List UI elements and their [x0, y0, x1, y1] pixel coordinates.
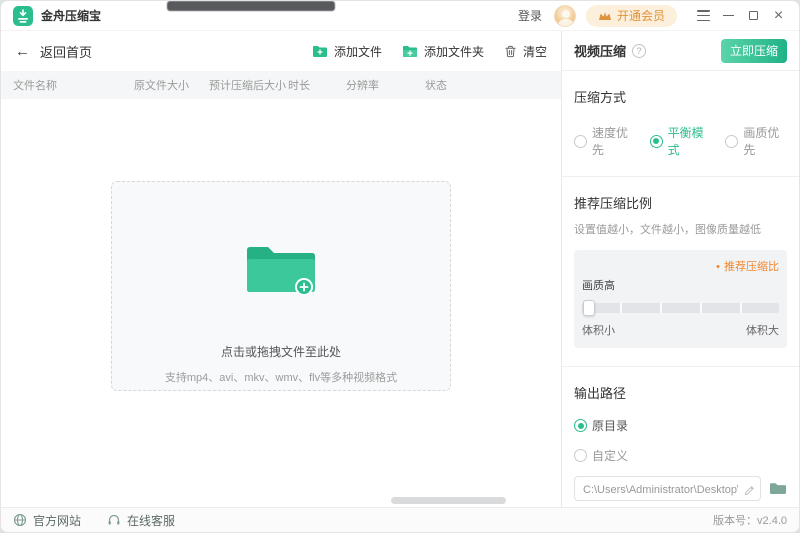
- output-path-section: 输出路径 原目录 自定义: [562, 367, 799, 519]
- vip-button-label: 开通会员: [617, 7, 665, 24]
- radio-balanced-label: 平衡模式: [668, 124, 712, 158]
- clear-label: 清空: [523, 43, 547, 60]
- recommended-ratio-badge: 推荐压缩比: [582, 258, 779, 274]
- radio-speed-priority[interactable]: 速度优先: [574, 124, 636, 158]
- compression-method-section: 压缩方式 速度优先 平衡模式 画质优先: [562, 71, 799, 177]
- close-icon[interactable]: ×: [766, 3, 791, 29]
- settings-panel: 视频压缩 ? 立即压缩 压缩方式 速度优先 平衡模式: [561, 31, 799, 507]
- help-icon[interactable]: ?: [632, 44, 646, 58]
- add-file-label: 添加文件: [334, 43, 382, 60]
- window-controls: ×: [691, 3, 791, 29]
- compression-method-title: 压缩方式: [574, 87, 787, 106]
- globe-icon: [13, 513, 27, 527]
- add-folder-icon: [402, 44, 418, 58]
- slider-scale-labels: 体积小 体积大: [582, 322, 779, 338]
- column-header-original-size: 原文件大小: [134, 77, 209, 93]
- back-home-button[interactable]: ← 返回首页: [15, 42, 92, 61]
- radio-original-dir-label: 原目录: [592, 417, 628, 434]
- clear-button[interactable]: 清空: [504, 43, 547, 60]
- headset-icon: [107, 513, 121, 527]
- browse-folder-icon[interactable]: [769, 481, 787, 496]
- ratio-slider: [582, 300, 779, 316]
- output-path-row: [574, 476, 787, 501]
- size-small-label: 体积小: [582, 322, 615, 338]
- window-drag-ghost: [167, 1, 335, 11]
- add-folder-label: 添加文件夹: [424, 43, 484, 60]
- version-text: 版本号：v2.4.0: [713, 512, 787, 528]
- edit-path-icon[interactable]: [744, 483, 755, 501]
- column-header-duration: 时长: [288, 77, 346, 93]
- panel-header: 视频压缩 ? 立即压缩: [562, 31, 799, 71]
- back-home-label: 返回首页: [40, 42, 92, 61]
- radio-quality-priority[interactable]: 画质优先: [725, 124, 787, 158]
- menu-icon[interactable]: [691, 3, 716, 29]
- ratio-slider-box: 推荐压缩比 画质高 体积小 体积大: [574, 250, 787, 348]
- path-input-wrap: [574, 476, 761, 501]
- back-arrow-icon: ←: [15, 43, 30, 60]
- add-folder-button[interactable]: 添加文件夹: [402, 43, 484, 60]
- ratio-hint: 设置值越小，文件越小，图像质量越低: [574, 221, 787, 237]
- online-support-label: 在线客服: [127, 512, 175, 529]
- title-bar: 金舟压缩宝 登录 开通会员 ×: [1, 1, 799, 31]
- slider-handle[interactable]: [583, 300, 595, 316]
- radio-circle-icon: [574, 135, 587, 148]
- app-title: 金舟压缩宝: [41, 7, 101, 24]
- minimize-icon[interactable]: [716, 3, 741, 29]
- slider-track[interactable]: [582, 303, 779, 313]
- avatar[interactable]: [554, 5, 576, 27]
- compression-ratio-section: 推荐压缩比例 设置值越小，文件越小，图像质量越低 推荐压缩比 画质高 体积小 体…: [562, 177, 799, 367]
- column-header-filename: 文件名称: [13, 77, 134, 93]
- radio-circle-icon: [574, 419, 587, 432]
- radio-circle-icon: [650, 135, 663, 148]
- maximize-icon[interactable]: [741, 3, 766, 29]
- vip-button[interactable]: 开通会员: [586, 5, 677, 27]
- radio-custom-directory[interactable]: 自定义: [574, 447, 787, 464]
- quality-high-label: 画质高: [582, 277, 779, 293]
- column-header-status: 状态: [425, 77, 561, 93]
- status-bar: 官方网站 在线客服 版本号：v2.4.0: [1, 507, 799, 532]
- titlebar-actions: 登录 开通会员 ×: [518, 3, 791, 29]
- app-window: 金舟压缩宝 登录 开通会员 × ← 返回首页: [0, 0, 800, 533]
- file-dropzone[interactable]: 点击或拖拽文件至此处 支持mp4、avi、mkv、wmv、flv等多种视频格式: [111, 181, 451, 391]
- output-path-input[interactable]: [574, 476, 761, 501]
- add-file-button[interactable]: 添加文件: [312, 43, 382, 60]
- size-large-label: 体积大: [746, 322, 779, 338]
- horizontal-scrollbar: [1, 497, 561, 504]
- radio-original-directory[interactable]: 原目录: [574, 417, 787, 434]
- compression-method-options: 速度优先 平衡模式 画质优先: [574, 124, 787, 158]
- official-website-label: 官方网站: [33, 512, 81, 529]
- radio-circle-icon: [574, 449, 587, 462]
- column-header-resolution: 分辨率: [346, 77, 425, 93]
- column-header-estimated-size: 预计压缩后大小: [209, 77, 288, 93]
- radio-custom-dir-label: 自定义: [592, 447, 628, 464]
- dropzone-title: 点击或拖拽文件至此处: [221, 343, 341, 360]
- radio-speed-label: 速度优先: [592, 124, 636, 158]
- online-support-link[interactable]: 在线客服: [107, 512, 175, 529]
- login-link[interactable]: 登录: [518, 7, 542, 24]
- radio-balanced-mode[interactable]: 平衡模式: [650, 124, 712, 158]
- panel-title: 视频压缩: [574, 41, 626, 60]
- radio-quality-label: 画质优先: [743, 124, 787, 158]
- output-path-title: 输出路径: [574, 383, 787, 402]
- ratio-title: 推荐压缩比例: [574, 193, 787, 212]
- file-list-pane: ← 返回首页 添加文件: [1, 31, 561, 507]
- table-header-row: 文件名称 原文件大小 预计压缩后大小 时长 分辨率 状态: [1, 71, 561, 99]
- app-logo-icon: [13, 6, 33, 26]
- file-toolbar: ← 返回首页 添加文件: [1, 31, 561, 71]
- toolbar-actions: 添加文件 添加文件夹: [312, 43, 547, 60]
- add-file-folder-icon: [312, 44, 328, 58]
- compress-now-button[interactable]: 立即压缩: [721, 39, 787, 63]
- radio-circle-icon: [725, 135, 738, 148]
- output-path-options: 原目录 自定义: [574, 417, 787, 464]
- dropzone-subtitle: 支持mp4、avi、mkv、wmv、flv等多种视频格式: [165, 369, 397, 385]
- folder-plus-icon: [243, 240, 319, 303]
- horizontal-scrollbar-thumb[interactable]: [391, 497, 506, 504]
- trash-icon: [504, 45, 517, 58]
- official-website-link[interactable]: 官方网站: [13, 512, 81, 529]
- crown-icon: [598, 11, 612, 21]
- file-table-body: 点击或拖拽文件至此处 支持mp4、avi、mkv、wmv、flv等多种视频格式: [1, 99, 561, 507]
- main-area: ← 返回首页 添加文件: [1, 31, 799, 507]
